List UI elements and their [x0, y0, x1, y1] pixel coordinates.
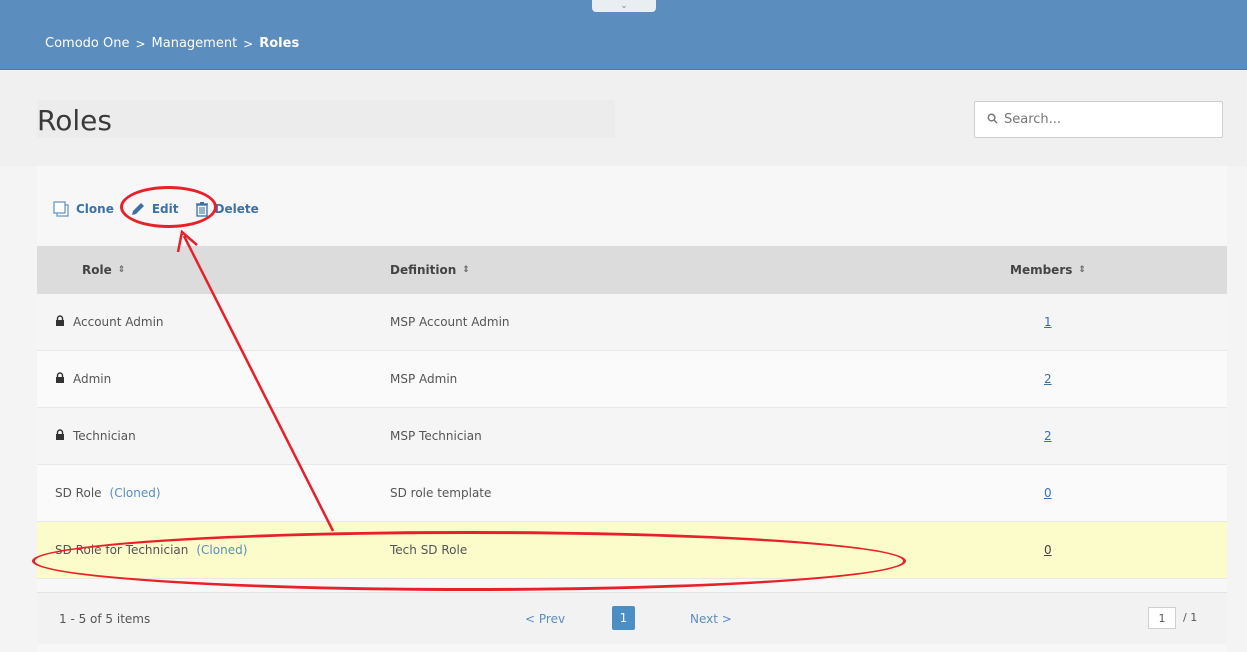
annotation-ellipse-row [32, 531, 906, 591]
column-header-definition-label: Definition [390, 263, 457, 277]
table-row[interactable]: Admin MSP Admin 2 [37, 351, 1227, 408]
total-pages: / 1 [1183, 611, 1198, 624]
definition-cell: SD role template [390, 486, 492, 500]
cloned-tag: (Cloned) [109, 486, 161, 500]
clone-label: Clone [76, 202, 114, 216]
page-button-1[interactable]: 1 [612, 606, 635, 630]
breadcrumb: Comodo One > Management > Roles [45, 36, 299, 51]
column-header-role[interactable]: Role ⇕ [37, 263, 390, 277]
members-cell: 1 [1010, 315, 1227, 329]
pagination-info: 1 - 5 of 5 items [59, 612, 151, 626]
members-cell: 0 [1010, 543, 1227, 557]
page-title: Roles [37, 104, 112, 137]
search-box[interactable] [974, 101, 1223, 138]
members-link[interactable]: 0 [1010, 486, 1052, 500]
column-header-definition[interactable]: Definition ⇕ [390, 263, 1010, 277]
role-name: Technician [73, 429, 136, 443]
collapse-handle[interactable]: ⌄ [592, 0, 656, 12]
lock-icon [55, 372, 65, 386]
breadcrumb-separator: > [243, 36, 254, 51]
breadcrumb-item-comodo-one[interactable]: Comodo One [45, 36, 129, 51]
table-row[interactable]: Technician MSP Technician 2 [37, 408, 1227, 465]
sort-icon: ⇕ [117, 265, 126, 275]
role-cell: SD Role (Cloned) [37, 486, 390, 500]
table-header: Role ⇕ Definition ⇕ Members ⇕ [37, 246, 1227, 294]
members-link[interactable]: 1 [1010, 315, 1052, 329]
clone-icon [52, 200, 70, 218]
breadcrumb-item-management[interactable]: Management [152, 36, 238, 51]
members-cell: 2 [1010, 429, 1227, 443]
prev-page-link[interactable]: < Prev [525, 612, 565, 626]
sort-icon: ⇕ [462, 265, 470, 275]
role-cell: Technician [37, 429, 390, 443]
column-header-members[interactable]: Members ⇕ [1010, 263, 1227, 277]
lock-icon [55, 315, 65, 329]
role-cell: Admin [37, 372, 390, 386]
annotation-ellipse-edit [120, 186, 217, 228]
clone-button[interactable]: Clone [52, 200, 114, 218]
members-cell: 0 [1010, 486, 1227, 500]
table-row[interactable]: Account Admin MSP Account Admin 1 [37, 294, 1227, 351]
search-input[interactable] [1004, 112, 1204, 127]
title-background [37, 100, 615, 138]
members-cell: 2 [1010, 372, 1227, 386]
column-header-members-label: Members [1010, 263, 1073, 277]
members-link[interactable]: 0 [1010, 543, 1052, 557]
table-row[interactable]: SD Role (Cloned) SD role template 0 [37, 465, 1227, 522]
definition-cell: MSP Technician [390, 429, 482, 443]
column-header-role-label: Role [82, 263, 112, 277]
members-link[interactable]: 2 [1010, 429, 1052, 443]
roles-table: Role ⇕ Definition ⇕ Members ⇕ Account Ad… [37, 246, 1227, 579]
breadcrumb-separator: > [135, 36, 146, 51]
definition-cell: MSP Account Admin [390, 315, 510, 329]
role-name: Account Admin [73, 315, 164, 329]
lock-icon [55, 429, 65, 443]
page-number-input[interactable]: 1 [1148, 607, 1176, 629]
role-name: Admin [73, 372, 112, 386]
search-icon [987, 113, 998, 127]
definition-cell: MSP Admin [390, 372, 458, 386]
top-bar: ⌄ Comodo One > Management > Roles [0, 0, 1247, 70]
role-name: SD Role [55, 486, 102, 500]
breadcrumb-item-roles: Roles [259, 36, 300, 51]
next-page-link[interactable]: Next > [690, 612, 732, 626]
role-cell: Account Admin [37, 315, 390, 329]
members-link[interactable]: 2 [1010, 372, 1052, 386]
pagination: 1 - 5 of 5 items < Prev 1 Next > 1 / 1 [37, 592, 1227, 644]
delete-label: Delete [214, 202, 259, 216]
sort-icon: ⇕ [1078, 265, 1086, 275]
